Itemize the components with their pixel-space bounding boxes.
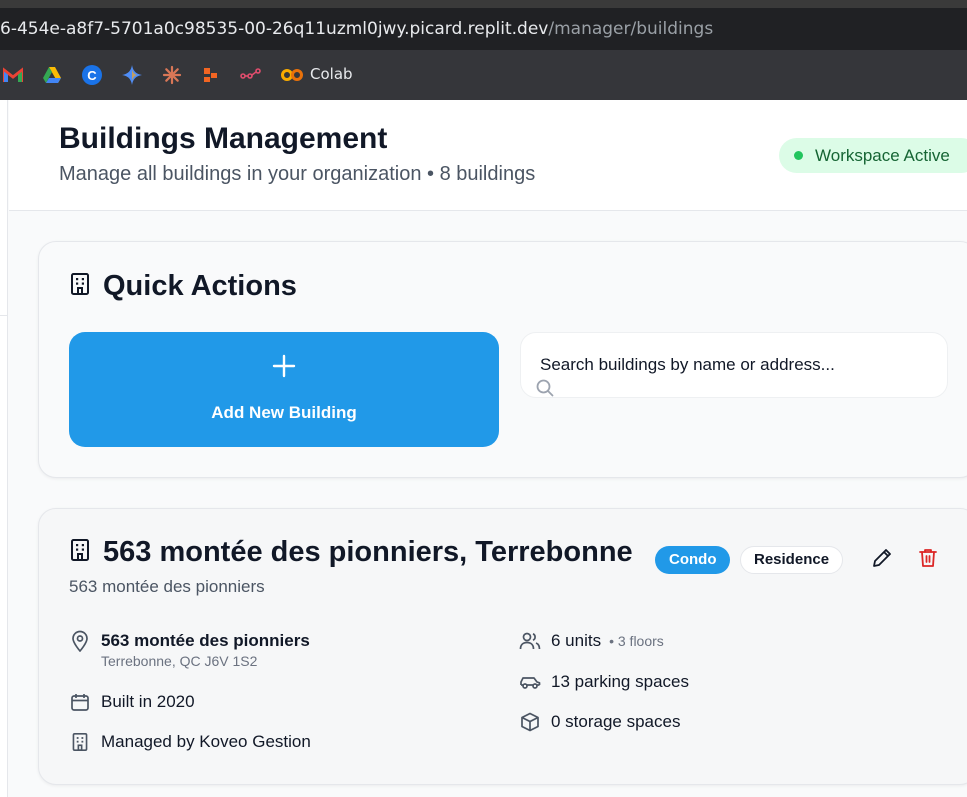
users-icon (519, 630, 541, 652)
built-info: Built in 2020 (69, 691, 195, 713)
gemini-icon[interactable] (121, 64, 143, 86)
built-year: Built in 2020 (101, 692, 195, 711)
car-icon (519, 671, 541, 693)
bookmark-colab-label[interactable]: Colab (310, 65, 353, 83)
residence-badge: Residence (740, 546, 844, 574)
manager-info: Managed by Koveo Gestion (69, 731, 311, 753)
url-host: 6-454e-a8f7-5701a0c98535-00-26q11uzml0jw… (0, 19, 549, 39)
search-input[interactable]: Search buildings by name or address... (520, 332, 948, 398)
add-new-building-label: Add New Building (211, 403, 357, 422)
address-info: 563 montée des pionniers Terrebonne, QC … (69, 630, 310, 669)
unit-count: 6 units (551, 631, 602, 650)
workspace-status-label: Workspace Active (815, 145, 950, 165)
gmail-icon[interactable] (2, 64, 24, 86)
building-subtitle: 563 montée des pionniers (69, 577, 265, 596)
address-bar[interactable]: 6-454e-a8f7-5701a0c98535-00-26q11uzml0jw… (0, 8, 967, 50)
parking-count: 13 parking spaces (551, 672, 689, 691)
edit-building-button[interactable] (871, 547, 895, 571)
address-line1: 563 montée des pionniers (101, 631, 310, 650)
box-icon (519, 711, 541, 733)
building-header: 563 montée des pionniers, Terrebonne (69, 536, 633, 569)
storage-info: 0 storage spaces (519, 711, 680, 733)
sidebar-divider (0, 315, 8, 316)
bookmarks-bar: C Colab (0, 50, 967, 100)
map-pin-icon (69, 630, 91, 652)
c-icon[interactable]: C (81, 64, 103, 86)
quick-actions-card: Quick Actions Add New Building Search bu… (38, 241, 967, 478)
search-icon (536, 379, 554, 402)
address-line2: Terrebonne, QC J6V 1S2 (101, 653, 258, 669)
delete-building-button[interactable] (917, 547, 941, 571)
pencil-icon (871, 549, 893, 573)
browser-top-strip (0, 0, 967, 8)
page-subtitle: Manage all buildings in your organizatio… (59, 163, 536, 185)
building-type-badge: Condo (655, 546, 731, 574)
app-content: Buildings Management Manage all building… (0, 100, 967, 797)
quick-actions-header: Quick Actions (69, 270, 297, 303)
calendar-icon (69, 691, 91, 713)
svg-text:C: C (87, 68, 97, 83)
page-title: Buildings Management (59, 122, 388, 155)
managed-by: Managed by Koveo Gestion (101, 732, 311, 751)
building-icon (69, 731, 91, 753)
plus-icon (69, 354, 499, 383)
claude-icon[interactable] (161, 64, 183, 86)
colab-icon[interactable] (281, 64, 303, 86)
workspace-status-badge: Workspace Active (779, 138, 967, 173)
floor-count: • 3 floors (609, 633, 664, 649)
storage-count: 0 storage spaces (551, 712, 681, 731)
quick-actions-title: Quick Actions (103, 270, 297, 302)
orange-blocks-icon[interactable] (200, 64, 222, 86)
url-path: /manager/buildings (548, 19, 714, 39)
share-nodes-icon[interactable] (240, 64, 262, 86)
sidebar-edge (0, 100, 8, 797)
google-drive-icon[interactable] (41, 64, 63, 86)
search-placeholder: Search buildings by name or address... (540, 355, 835, 374)
trash-icon (917, 549, 939, 573)
building-icon (69, 538, 91, 567)
add-new-building-button[interactable]: Add New Building (69, 332, 499, 447)
page-header: Buildings Management Manage all building… (9, 100, 967, 211)
units-info: 6 units • 3 floors (519, 630, 664, 652)
building-icon (69, 272, 91, 301)
status-dot-icon (794, 151, 803, 160)
building-card: 563 montée des pionniers, Terrebonne Con… (38, 508, 967, 785)
building-title: 563 montée des pionniers, Terrebonne (103, 536, 633, 568)
parking-info: 13 parking spaces (519, 671, 689, 693)
